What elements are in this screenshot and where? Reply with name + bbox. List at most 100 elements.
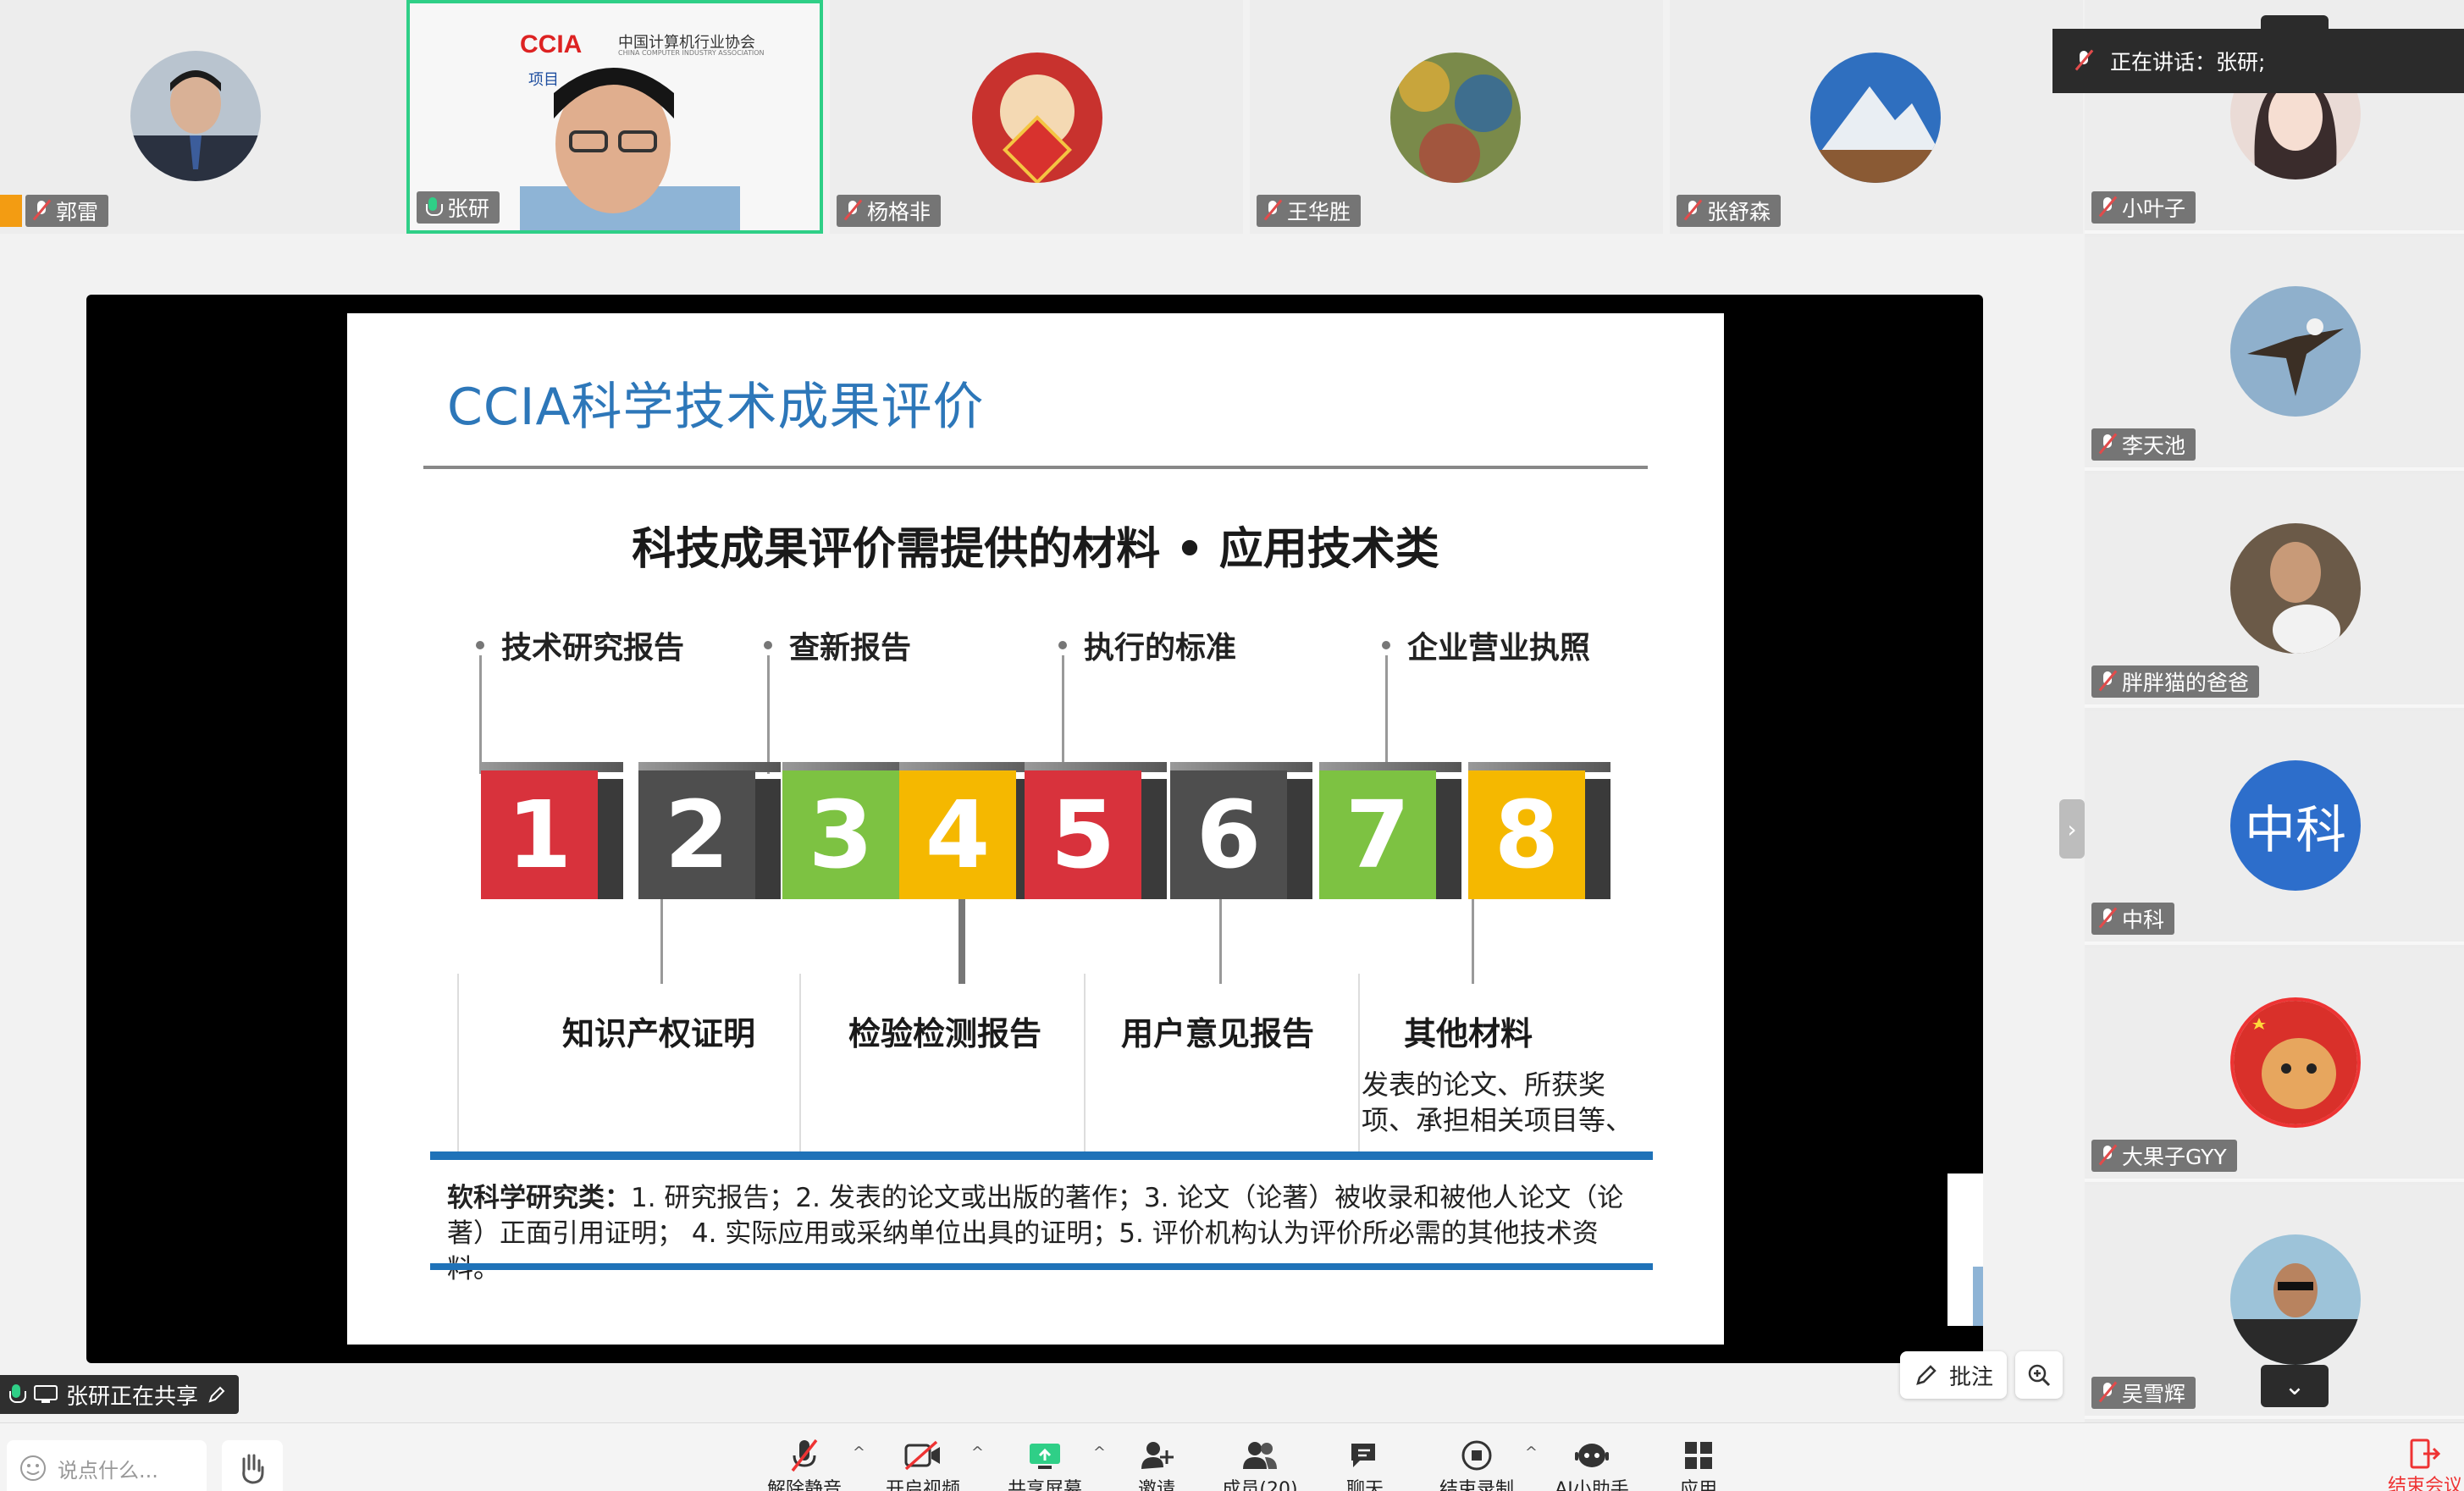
mic-muted-icon xyxy=(2075,49,2093,73)
mic-muted-icon xyxy=(2098,433,2117,456)
annotate-label: 批注 xyxy=(1948,1364,1993,1390)
participant-name: 中科 xyxy=(2122,908,2165,932)
blue-divider xyxy=(430,1263,1653,1270)
hand-icon xyxy=(242,1454,264,1484)
participant-name: 郭雷 xyxy=(56,200,99,224)
number-block: 8 xyxy=(1468,762,1610,899)
participant-name: 胖胖猫的爸爸 xyxy=(2122,671,2250,695)
start-video-button[interactable]: 开启视频 ^ xyxy=(864,1437,984,1491)
avatar xyxy=(1390,52,1521,183)
host-icon xyxy=(0,195,22,227)
mic-muted-icon xyxy=(2098,1144,2117,1168)
participant-name: 杨格非 xyxy=(867,200,931,224)
avatar xyxy=(2230,286,2361,417)
speaking-name: 张研; xyxy=(2216,50,2266,75)
zoom-in-icon xyxy=(2028,1364,2051,1387)
stop-recording-button[interactable]: 结束录制 ^ xyxy=(1417,1437,1538,1491)
emoji-icon xyxy=(20,1455,46,1481)
avatar xyxy=(1810,52,1941,183)
slide-subtitle: 科技成果评价需提供的材料 • 应用技术类 xyxy=(632,524,1439,575)
participant-tile[interactable]: 郭雷 xyxy=(0,0,406,234)
participant-name: 张舒森 xyxy=(1707,200,1771,224)
number-block: 6 xyxy=(1170,762,1312,899)
participant-tile[interactable]: 李天池 xyxy=(2085,237,2464,471)
name-tag: 大果子GYY xyxy=(2091,1140,2237,1172)
avatar xyxy=(2230,1234,2361,1365)
mic-muted-icon xyxy=(1683,199,1702,223)
slide-title: CCIA科学技术成果评价 xyxy=(447,378,985,437)
apps-icon xyxy=(1682,1437,1715,1474)
speaker-video xyxy=(520,68,740,230)
name-tag: 张研 xyxy=(417,191,500,224)
record-icon xyxy=(1460,1437,1494,1474)
avatar: 中科 xyxy=(2230,760,2361,891)
number-block: 4 xyxy=(899,762,1041,899)
bottom-label: 检验检测报告 xyxy=(848,1015,1042,1052)
participant-tile[interactable]: 中科 中科 xyxy=(2085,711,2464,945)
participant-name: 大果子GYY xyxy=(2122,1145,2227,1169)
annotate-button[interactable]: 批注 xyxy=(1900,1351,2007,1399)
number-block: 5 xyxy=(1025,762,1167,899)
sharing-text: 张研正在共享 xyxy=(66,1383,199,1410)
slide: CCIA科学技术成果评价 科技成果评价需提供的材料 • 应用技术类 技术研究报告… xyxy=(347,313,1983,1345)
avatar xyxy=(2230,523,2361,654)
number-block: 1 xyxy=(481,762,623,899)
quick-chat-input[interactable]: 说点什么... xyxy=(7,1440,207,1491)
chevron-right-icon[interactable]: › xyxy=(2059,799,2085,859)
participant-tile-active-speaker[interactable]: CCIA 中国计算机行业协会 CHINA COMPUTER INDUSTRY A… xyxy=(406,0,823,234)
zoom-in-button[interactable] xyxy=(2015,1351,2063,1399)
top-label: 执行的标准 xyxy=(1058,623,1236,667)
mic-muted-icon xyxy=(32,199,51,223)
bottom-label: 知识产权证明 xyxy=(562,1015,756,1052)
participant-name: 吴雪辉 xyxy=(2122,1382,2186,1406)
pencil-icon[interactable] xyxy=(207,1384,227,1405)
mic-muted-icon xyxy=(843,199,862,223)
chat-button[interactable]: 聊天 xyxy=(1306,1437,1424,1491)
name-tag: 胖胖猫的爸爸 xyxy=(2091,665,2260,698)
participant-tile[interactable]: 胖胖猫的爸爸 xyxy=(2085,474,2464,708)
blue-divider xyxy=(430,1151,1653,1160)
participant-tile[interactable]: 王华胜 xyxy=(1250,0,1663,234)
mic-muted-icon xyxy=(2098,907,2117,930)
raise-hand-button[interactable] xyxy=(222,1440,283,1491)
shared-screen: CCIA科学技术成果评价 科技成果评价需提供的材料 • 应用技术类 技术研究报告… xyxy=(86,295,1983,1363)
scroll-up-button[interactable] xyxy=(2261,15,2329,34)
invite-button[interactable]: 邀请 xyxy=(1097,1437,1216,1491)
apps-button[interactable]: 应用 xyxy=(1639,1437,1758,1491)
screen-share-icon xyxy=(34,1385,58,1403)
ai-assistant-button[interactable]: AI小助手 xyxy=(1533,1437,1651,1491)
participant-name: 小叶子 xyxy=(2122,196,2186,221)
mic-muted-icon xyxy=(2098,196,2117,219)
sharing-indicator[interactable]: 张研正在共享 xyxy=(0,1375,240,1414)
chevron-down-icon[interactable]: ⌄ xyxy=(2261,1365,2329,1407)
end-meeting-button[interactable]: 结束会议 xyxy=(2388,1437,2462,1491)
mic-muted-icon xyxy=(2098,1381,2117,1405)
participant-tile[interactable]: 张舒森 xyxy=(1670,0,2083,234)
name-tag: 王华胜 xyxy=(1257,195,1362,227)
participant-strip: 郭雷 CCIA 中国计算机行业协会 CHINA COMPUTER INDUSTR… xyxy=(0,0,2085,235)
participant-name: 张研 xyxy=(447,196,490,221)
other-materials-note: 发表的论文、所获奖项、承担相关项目等、 xyxy=(1362,1069,1633,1136)
participant-tile[interactable]: 大果子GYY xyxy=(2085,948,2464,1182)
participant-sidebar: 小叶子 李天池 胖胖猫的爸爸 中科 中科 大果子GYY 吴雪辉 xyxy=(2085,0,2464,1422)
title-divider xyxy=(423,466,1648,469)
participant-tile[interactable]: 杨格非 xyxy=(830,0,1243,234)
avatar xyxy=(2230,997,2361,1128)
name-tag: 杨格非 xyxy=(837,195,942,227)
ai-assistant-icon xyxy=(1573,1437,1610,1474)
presenter-camera xyxy=(1947,1173,1983,1326)
name-tag: 吴雪辉 xyxy=(2091,1377,2196,1409)
share-screen-button[interactable]: 共享屏幕 ^ xyxy=(986,1437,1106,1491)
bottom-label: 其他材料 xyxy=(1404,1015,1533,1052)
number-block: 2 xyxy=(638,762,781,899)
meeting-window: 郭雷 CCIA 中国计算机行业协会 CHINA COMPUTER INDUSTR… xyxy=(0,0,2464,1491)
avatar xyxy=(130,51,261,181)
chat-icon xyxy=(1346,1437,1384,1474)
mic-muted-icon xyxy=(787,1437,821,1474)
participant-name: 李天池 xyxy=(2122,433,2186,458)
avatar xyxy=(972,52,1102,183)
org-name-en: CHINA COMPUTER INDUSTRY ASSOCIATION xyxy=(618,49,765,57)
members-button[interactable]: 成员(20) xyxy=(1201,1437,1319,1491)
name-tag: 李天池 xyxy=(2091,428,2196,461)
unmute-button[interactable]: 解除静音 ^ xyxy=(745,1437,865,1491)
